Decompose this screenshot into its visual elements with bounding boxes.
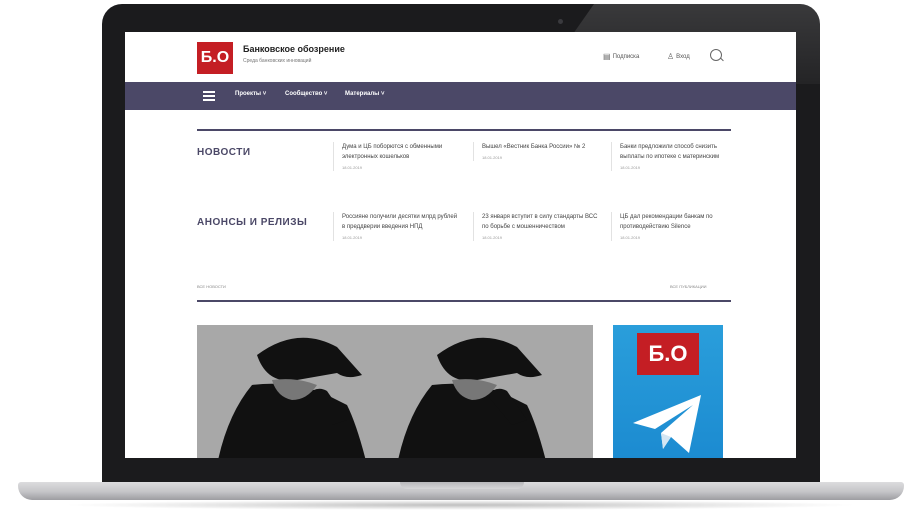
news-item-text[interactable]: Вышел «Вестник Банка России» № 2 (482, 142, 600, 152)
telegram-promo-card[interactable]: Б.О (613, 325, 723, 458)
browser-screen: Б.О Банковское обозрение Среда банковски… (125, 32, 796, 458)
subscribe-label: Подписка (612, 53, 640, 60)
news-item-text[interactable]: Россияне получили десятки млрд рублей в … (342, 212, 460, 232)
news-item-date: 18.01.2019 (482, 155, 503, 160)
news-item-text[interactable]: Дума и ЦБ поборются с обменными электрон… (342, 142, 460, 162)
site-subtitle: Среда банковских инноваций (243, 58, 312, 64)
hooded-figure-left (218, 337, 366, 458)
news-item-text[interactable]: ЦБ дал рекомендации банкам по противодей… (620, 212, 738, 232)
newspaper-icon: ▤ (603, 52, 611, 61)
search-icon[interactable] (710, 49, 722, 61)
nav-item-materials[interactable]: Материалы ˅ (345, 91, 384, 97)
hooded-figure-right (398, 337, 546, 458)
news-item[interactable]: Дума и ЦБ поборются с обменными электрон… (333, 142, 460, 171)
login-label: Вход (676, 53, 690, 60)
news-item-date: 18.01.2019 (342, 165, 363, 170)
section-divider-bottom (197, 300, 731, 302)
all-news-link[interactable]: ВСЕ НОВОСТИ (197, 284, 226, 289)
laptop-shadow (60, 500, 860, 510)
site-logo[interactable]: Б.О (197, 42, 233, 74)
all-publications-link[interactable]: ВСЕ ПУБЛИКАЦИИ (670, 284, 706, 289)
telegram-icon (633, 395, 701, 453)
login-link[interactable]: ♙ Вход (667, 52, 690, 61)
nav-item-community[interactable]: Сообщество ˅ (285, 91, 327, 97)
news-item-date: 18.01.2019 (342, 235, 363, 240)
news-item-text[interactable]: Банки предложили способ снизить выплаты … (620, 142, 738, 162)
news-item-text[interactable]: 23 января вступит в силу стандарты ВСС п… (482, 212, 600, 232)
news-item[interactable]: 23 января вступит в силу стандарты ВСС п… (473, 212, 600, 241)
user-icon: ♙ (667, 52, 675, 61)
site-title[interactable]: Банковское обозрение (243, 44, 345, 54)
news-item-date: 18.01.2019 (482, 235, 503, 240)
news-item-date: 18.01.2019 (620, 235, 641, 240)
news-item[interactable]: ЦБ дал рекомендации банкам по противодей… (611, 212, 738, 241)
article-photo[interactable] (197, 325, 593, 458)
news-item[interactable]: Россияне получили десятки млрд рублей в … (333, 212, 460, 241)
main-navbar: Проекты ˅ Сообщество ˅ Материалы ˅ (125, 82, 796, 110)
hooded-figures-image (218, 337, 546, 458)
section-title-news[interactable]: НОВОСТИ (197, 147, 251, 158)
news-item[interactable]: Банки предложили способ снизить выплаты … (611, 142, 738, 171)
subscribe-link[interactable]: ▤ Подписка (603, 52, 639, 61)
section-title-announcements[interactable]: АНОНСЫ И РЕЛИЗЫ (197, 217, 307, 228)
menu-icon[interactable] (203, 91, 215, 101)
camera-icon (558, 19, 563, 24)
news-item[interactable]: Вышел «Вестник Банка России» № 2 18.01.2… (473, 142, 600, 161)
section-divider-top (197, 129, 731, 131)
nav-item-projects[interactable]: Проекты ˅ (235, 91, 266, 97)
news-item-date: 18.01.2019 (620, 165, 641, 170)
laptop-notch (400, 482, 524, 489)
